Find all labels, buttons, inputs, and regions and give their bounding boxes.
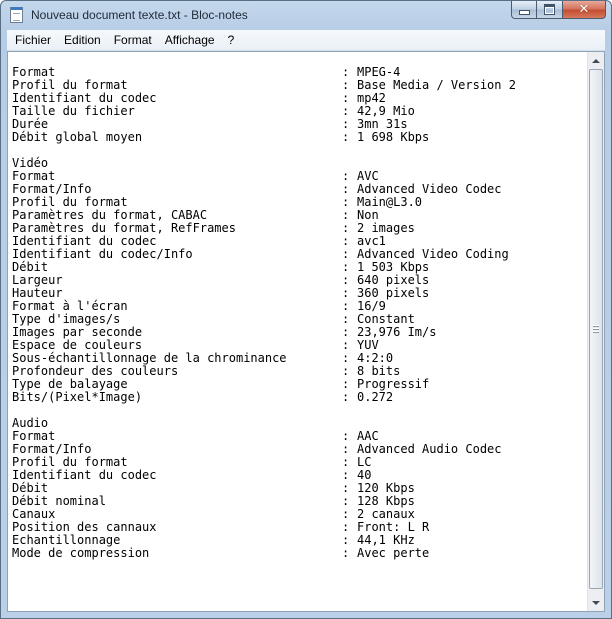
title-bar[interactable]: Nouveau document texte.txt - Bloc-notes … [1,1,611,30]
general-section: Format: MPEG-4 Profil du format: Base Media… [12,66,582,144]
info-line: Taille du fichier:42,9 Mio [12,105,582,118]
section-title-audio: Audio [12,416,49,430]
window-title: Nouveau document texte.txt - Bloc-notes [31,8,248,22]
info-line: Bits/(Pixel*Image):0.272 [12,391,582,404]
field-value: 0.272 [357,390,394,404]
arrow-down-icon [592,600,600,605]
scroll-up-button[interactable] [588,52,604,69]
field-key: Débit global moyen [12,130,143,144]
info-line: Débit:1 503 Kbps [12,261,582,274]
info-line: Débit nominal:128 Kbps [12,495,582,508]
info-line: Identifiant du codec:40 [12,469,582,482]
notepad-icon[interactable] [10,7,23,23]
grip-icon [593,325,599,333]
info-line: Identifiant du codec/Info: Advanced Video… [12,248,582,261]
separator: : [342,546,350,560]
caption-buttons: ✕ [511,1,606,21]
close-button[interactable]: ✕ [563,1,606,19]
audio-section: Format: AAC Format/Info: Advanced Audio Cod… [12,430,582,560]
field-key: Bits/(Pixel*Image) [12,390,143,404]
menu-edition[interactable]: Edition [59,30,106,50]
info-line: Débit global moyen:1 698 Kbps [12,131,582,144]
maximize-icon [544,4,555,15]
text-content[interactable]: Format: MPEG-4 Profil du format: Base Media… [12,66,582,606]
menu-affichage[interactable]: Affichage [160,30,220,50]
scroll-down-button[interactable] [588,594,604,611]
section-title-video: Vidéo [12,156,49,170]
separator: : [342,130,350,144]
editor-area[interactable]: Format: MPEG-4 Profil du format: Base Media… [7,51,605,612]
menu-help[interactable]: ? [223,30,240,50]
info-line: Largeur:640 pixels [12,274,582,287]
field-value: Avec perte [357,546,430,560]
minimize-icon [518,10,530,15]
maximize-button[interactable] [537,1,563,19]
field-value: Advanced Audio Codec [357,442,502,456]
scroll-thumb[interactable] [589,69,603,589]
arrow-up-icon [592,58,600,63]
close-icon: ✕ [578,2,590,17]
field-value: 1 698 Kbps [357,130,430,144]
notepad-window: Nouveau document texte.txt - Bloc-notes … [0,0,612,619]
video-section: Format: AVC Format/Info: Advanced Video Cod… [12,170,582,404]
menu-format[interactable]: Format [109,30,157,50]
info-line: Mode de compression: Avec perte [12,547,582,560]
separator: : [342,390,350,404]
menu-fichier[interactable]: Fichier [10,30,56,50]
menu-bar: Fichier Edition Format Affichage ? [7,30,605,51]
field-key: Mode de compression [12,546,150,560]
vertical-scrollbar[interactable] [587,52,604,611]
minimize-button[interactable] [511,1,537,19]
